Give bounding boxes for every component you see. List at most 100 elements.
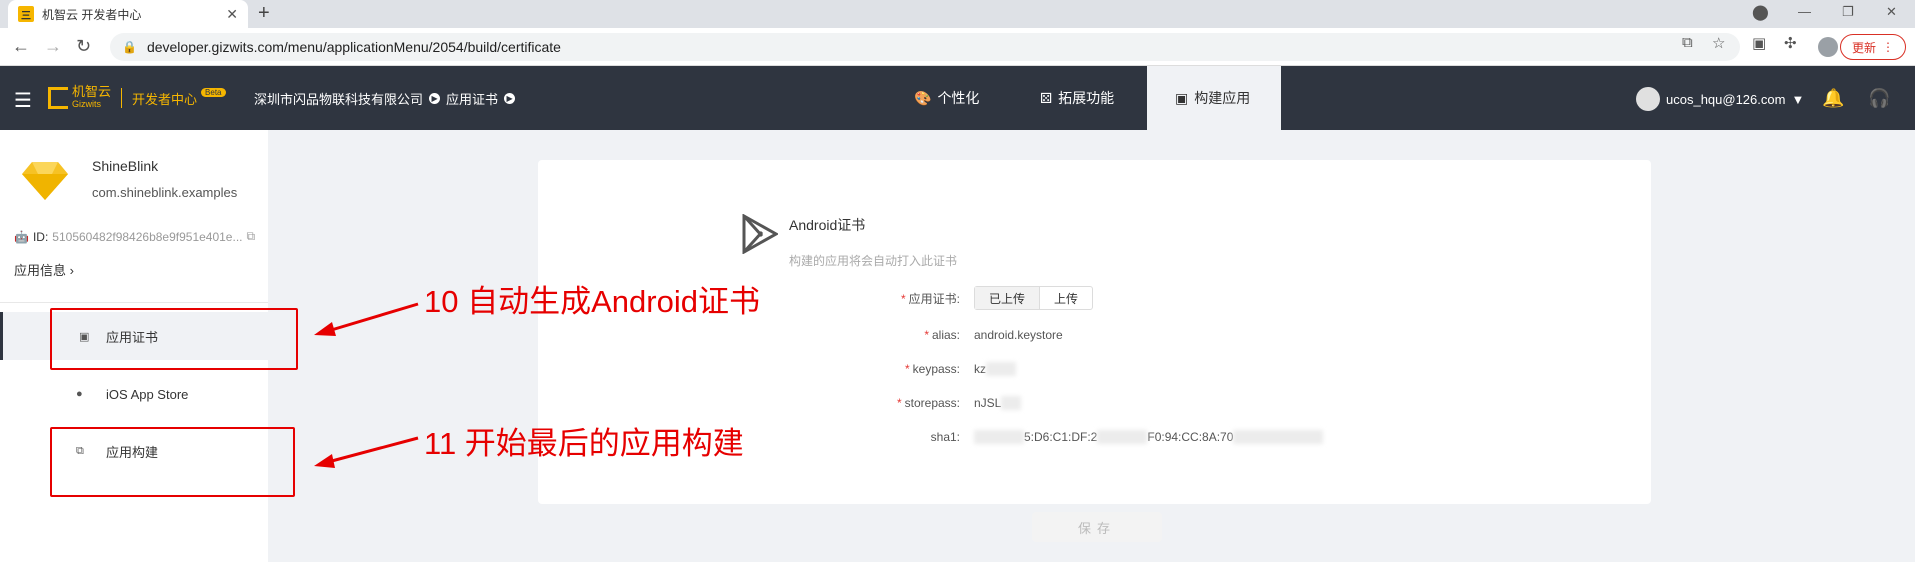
logo-sub: Gizwits — [72, 99, 101, 109]
browser-toolbar: ← → ↻ 🔒 developer.gizwits.com/menu/appli… — [0, 28, 1915, 66]
redaction-blur — [1233, 430, 1324, 444]
lock-icon[interactable]: 🔒 — [122, 40, 137, 54]
redaction-blur — [1097, 430, 1148, 444]
reload-icon[interactable]: ↻ — [76, 36, 91, 57]
update-button[interactable]: 更新 ⋮ — [1840, 34, 1906, 60]
user-email: ucos_hqu@126.com — [1666, 91, 1786, 107]
headset-icon[interactable]: 🎧 — [1868, 88, 1890, 109]
url-text: developer.gizwits.com/menu/applicationMe… — [146, 39, 561, 55]
update-label: 更新 — [1851, 40, 1876, 55]
cert-label: 应用证书: — [908, 291, 960, 306]
annotation-step10: 10 自动生成Android证书 — [424, 284, 760, 319]
app-id-row: 🤖 ID: 510560482f98426b8e9f951e401e... ⧉ — [14, 229, 264, 244]
browser-tabstrip: 三 机智云 开发者中心 ✕ + ⬤ — ❐ ✕ — [0, 0, 1915, 28]
annotation-box-build — [50, 427, 295, 497]
sidebar-divider — [0, 302, 268, 303]
cert-option-row: * 应用证书: 已上传 上传 — [880, 286, 1380, 310]
breadcrumb-arrow-icon: ▶ — [429, 93, 441, 104]
close-window-icon[interactable]: ✕ — [1886, 4, 1897, 20]
close-tab-icon[interactable]: ✕ — [226, 6, 238, 23]
chevron-right-icon: › — [69, 263, 74, 278]
app-info-link[interactable]: 应用信息 › — [14, 260, 74, 279]
google-play-icon — [742, 214, 778, 254]
browser-tab[interactable]: 三 机智云 开发者中心 ✕ — [8, 0, 248, 28]
annotation-arrow — [314, 302, 419, 336]
sha1-label: sha1: — [930, 430, 960, 444]
annotation-arrow — [314, 436, 419, 468]
beta-badge: Beta — [201, 87, 226, 97]
new-tab-icon[interactable]: + — [258, 2, 270, 25]
save-button[interactable]: 保存 — [1032, 512, 1162, 542]
dice-icon: ⚄ — [1040, 89, 1053, 106]
app-logo-icon — [22, 162, 68, 200]
more-icon: ⋮ — [1882, 40, 1894, 54]
favicon-icon: 三 — [18, 6, 34, 22]
menu-icon[interactable]: ☰ — [14, 88, 32, 113]
palette-icon: 🎨 — [914, 89, 932, 106]
android-icon: 🤖 — [14, 229, 29, 244]
app-name: ShineBlink — [92, 158, 159, 174]
back-icon[interactable]: ← — [12, 36, 30, 57]
app-package: com.shineblink.examples — [92, 185, 238, 200]
keypass-row: * keypass: kz — [880, 357, 1380, 381]
certificate-subtitle: 构建的应用将会自动打入此证书 — [789, 254, 958, 268]
user-avatar — [1636, 87, 1660, 111]
profile-dropdown-icon[interactable]: ⬤ — [1752, 3, 1769, 21]
breadcrumb-arrow-icon: ▶ — [504, 93, 516, 104]
keypass-value: kz — [974, 362, 986, 376]
alias-row: * alias: android.keystore — [924, 328, 1063, 342]
chevron-down-icon: ▼ — [1791, 91, 1805, 107]
translate-icon[interactable]: ⧉ — [1682, 34, 1693, 51]
forward-icon[interactable]: → — [44, 36, 62, 57]
bookmark-star-icon[interactable]: ☆ — [1712, 34, 1725, 52]
annotation-box-certificate — [50, 308, 298, 370]
storepass-row: * storepass: nJSL — [880, 391, 1380, 415]
logo[interactable]: 机智云 Gizwits 开发者中心 Beta — [48, 84, 226, 110]
annotation-step11: 11 开始最后的应用构建 — [424, 426, 744, 461]
sidebar-item-label: iOS App Store — [106, 386, 189, 402]
bell-icon[interactable]: 🔔 — [1822, 88, 1844, 109]
uploaded-option[interactable]: 已上传 — [975, 287, 1041, 309]
upload-option[interactable]: 上传 — [1040, 287, 1092, 309]
restore-icon[interactable]: ❐ — [1842, 4, 1854, 20]
user-menu[interactable]: ucos_hqu@126.com ▼ — [1636, 87, 1804, 111]
certificate-title: Android证书 — [789, 217, 866, 233]
breadcrumb-company[interactable]: 深圳市闪品物联科技有限公司 — [254, 89, 423, 108]
sha1-row: sha1: 5:D6:C1:DF:2 F0:94:CC:8A:70 — [880, 425, 1380, 449]
breadcrumb-page[interactable]: 应用证书 — [446, 89, 498, 108]
portal-name: 开发者中心 — [132, 91, 198, 107]
apple-icon: ● — [76, 388, 83, 400]
sha1-part2: F0:94:CC:8A:70 — [1147, 430, 1234, 444]
extensions-icon[interactable]: ✣ — [1784, 34, 1797, 52]
nav-label: 拓展功能 — [1058, 90, 1115, 106]
alias-label: alias: — [931, 328, 960, 342]
gizwits-logo-icon — [48, 87, 68, 109]
nav-label: 构建应用 — [1194, 90, 1251, 106]
storepass-value: nJSL — [974, 396, 1002, 410]
id-value: 510560482f98426b8e9f951e401e... — [52, 229, 243, 244]
nav-extensions[interactable]: ⚄ 拓展功能 — [1040, 66, 1114, 130]
tab-title: 机智云 开发者中心 — [42, 7, 142, 22]
logo-divider — [121, 88, 123, 108]
sidebar-item-ios-app-store[interactable]: ● iOS App Store — [0, 370, 268, 418]
redaction-blur — [974, 430, 1024, 444]
alias-value: android.keystore — [974, 328, 1063, 342]
app-header: ☰ 机智云 Gizwits 开发者中心 Beta 深圳市闪品物联科技有限公司 ▶… — [0, 66, 1915, 130]
package-icon: ▣ — [1175, 89, 1189, 106]
breadcrumb: 深圳市闪品物联科技有限公司 ▶ 应用证书 ▶ — [254, 89, 516, 108]
nav-personalize[interactable]: 🎨 个性化 — [914, 66, 979, 130]
address-bar[interactable]: 🔒 developer.gizwits.com/menu/application… — [110, 33, 1740, 61]
cert-option-toggle[interactable]: 已上传 上传 — [974, 286, 1094, 310]
nav-label: 个性化 — [937, 90, 980, 106]
logo-text: 机智云 — [72, 84, 112, 99]
minimize-icon[interactable]: — — [1798, 4, 1811, 19]
redaction-blur — [986, 362, 1016, 376]
copy-id-icon[interactable]: ⧉ — [247, 229, 256, 244]
storepass-label: storepass: — [904, 396, 960, 410]
nav-build-app[interactable]: ▣ 构建应用 — [1147, 66, 1281, 130]
sha1-part1: 5:D6:C1:DF:2 — [1024, 430, 1098, 444]
profile-avatar[interactable] — [1818, 37, 1838, 57]
keypass-label: keypass: — [912, 362, 960, 376]
reading-list-icon[interactable]: ▣ — [1752, 34, 1766, 52]
id-label: ID: — [32, 229, 49, 244]
